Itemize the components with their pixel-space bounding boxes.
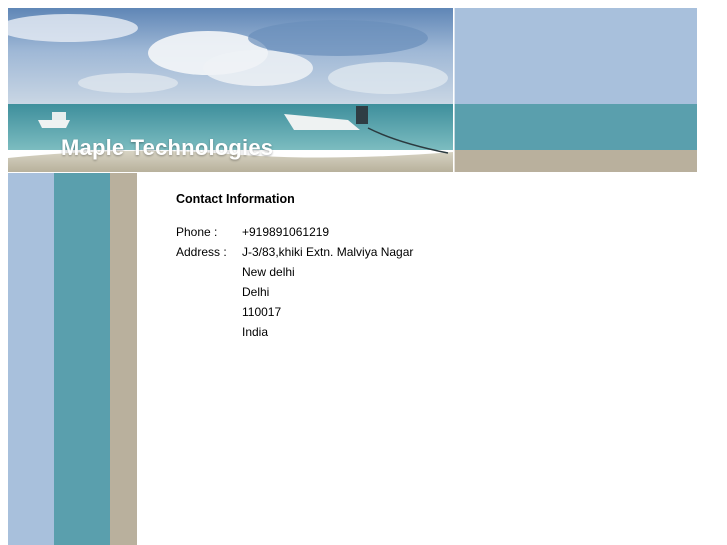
address-line-4: 110017: [242, 305, 282, 319]
phone-label: Phone :: [176, 225, 218, 239]
address-line-3: Delhi: [242, 285, 270, 299]
phone-value: +919891061219: [242, 225, 330, 239]
header-band-teal: [454, 104, 697, 150]
address-row: Delhi: [176, 282, 413, 302]
address-row: New delhi: [176, 262, 413, 282]
address-row: 110017: [176, 302, 413, 322]
phone-row: Phone : +919891061219: [176, 222, 413, 242]
address-line-5: India: [242, 325, 269, 339]
page: Maple Technologies Contact Information P…: [8, 8, 697, 545]
address-line-2: New delhi: [242, 265, 295, 279]
address-row: India: [176, 322, 413, 342]
address-label: Address :: [176, 245, 227, 259]
contact-section: Contact Information Phone : +91989106121…: [176, 192, 413, 342]
header-banner: Maple Technologies: [8, 8, 697, 172]
address-line-1: J-3/83,khiki Extn. Malviya Nagar: [242, 245, 414, 259]
left-column-tan: [110, 173, 137, 545]
site-title: Maple Technologies: [61, 135, 274, 160]
left-column-blue: [8, 173, 54, 545]
header-divider: [454, 8, 455, 172]
left-column-teal: [54, 173, 110, 545]
header-band-sky: [454, 8, 697, 104]
address-row: Address : J-3/83,khiki Extn. Malviya Nag…: [176, 242, 413, 262]
header-band-tan: [454, 150, 697, 172]
contact-heading: Contact Information: [176, 192, 295, 206]
